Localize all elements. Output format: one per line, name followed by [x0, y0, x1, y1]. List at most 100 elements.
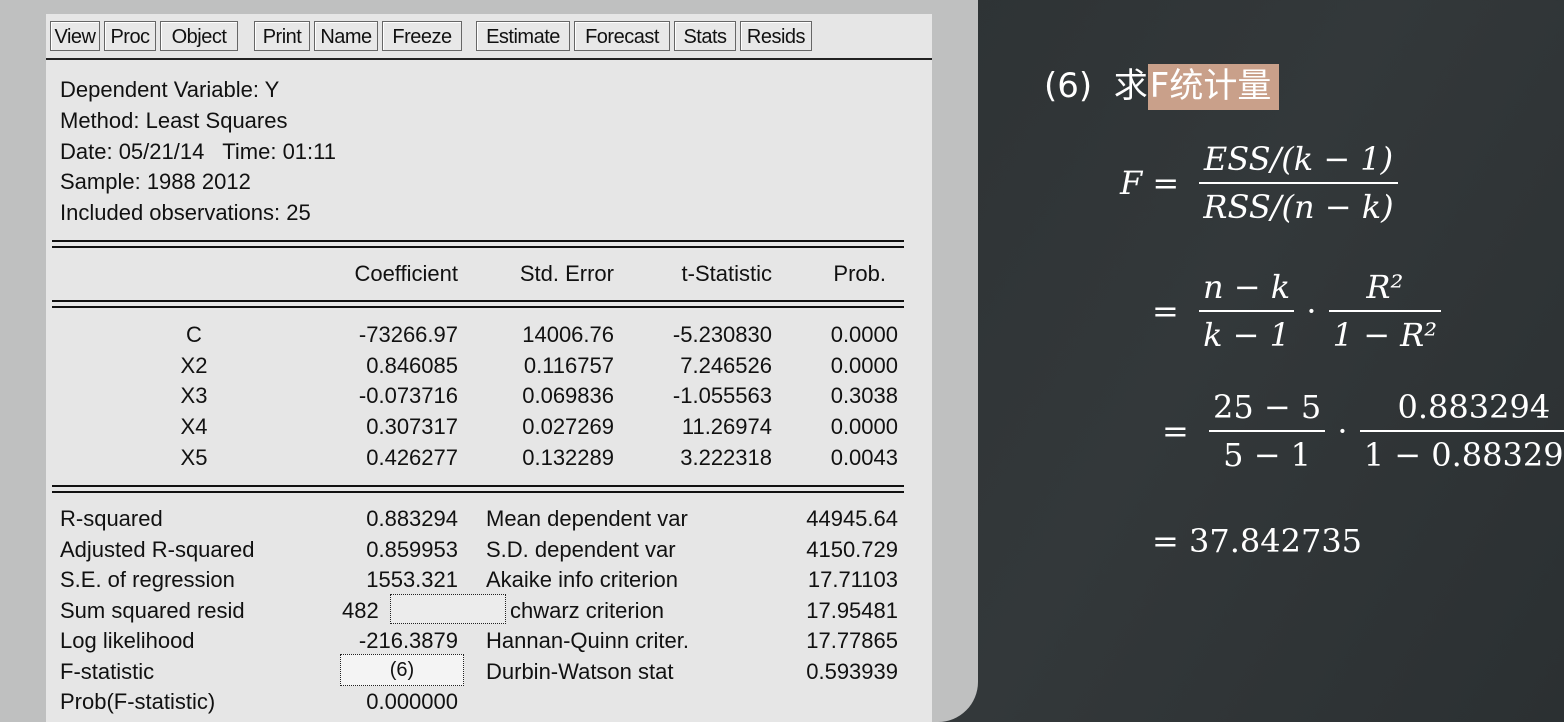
stat-value-partial: 482 — [342, 598, 379, 623]
stat-value: 1553.321 — [366, 567, 458, 592]
included-observations: Included observations: 25 — [60, 200, 311, 225]
row-std-error: 14006.76 — [522, 322, 614, 347]
row-prob: 0.0043 — [830, 445, 898, 470]
stat-value: 17.77865 — [806, 628, 898, 653]
stat-label: chwarz criterion — [510, 598, 665, 623]
fraction: R² 1 − R² — [1328, 268, 1442, 354]
view-button[interactable]: View — [50, 21, 100, 51]
method: Method: Least Squares — [60, 108, 288, 133]
multiply-dot: · — [1337, 412, 1348, 450]
stat-value: 0.000000 — [366, 689, 458, 714]
row-prob: 0.0000 — [830, 353, 898, 378]
sum-squared-resid-blank-box — [390, 594, 506, 624]
row-variable: C — [186, 322, 202, 347]
print-button[interactable]: Print — [254, 21, 310, 51]
freeze-button[interactable]: Freeze — [382, 21, 462, 51]
forecast-button[interactable]: Forecast — [574, 21, 670, 51]
stat-value: 17.71103 — [807, 567, 898, 592]
formula-line-3: = 25 − 5 5 − 1 · 0.883294 1 − 0.883294 — [1162, 388, 1564, 474]
fraction-numerator: 25 − 5 — [1212, 388, 1322, 426]
column-header-prob: Prob. — [833, 261, 886, 286]
row-coefficient: -73266.97 — [358, 322, 458, 347]
row-t-statistic: 7.246526 — [680, 353, 772, 378]
eviews-screen: View Proc Object Print Name Freeze Estim… — [0, 0, 978, 722]
row-coefficient: 0.426277 — [366, 445, 458, 470]
divider — [52, 300, 904, 302]
divider — [52, 485, 904, 487]
blank-marker: (6) — [389, 659, 415, 681]
stat-label: Durbin-Watson stat — [486, 659, 674, 684]
row-coefficient: -0.073716 — [358, 383, 458, 408]
fraction-denominator: RSS/(n − k) — [1199, 182, 1398, 226]
row-prob: 0.0000 — [830, 322, 898, 347]
name-button[interactable]: Name — [314, 21, 378, 51]
row-coefficient: 0.846085 — [366, 353, 458, 378]
divider — [52, 240, 904, 242]
estimate-button[interactable]: Estimate — [476, 21, 570, 51]
toolbar-divider — [46, 58, 932, 60]
fraction-denominator: 1 − R² — [1328, 310, 1442, 354]
stat-label: F-statistic — [60, 659, 155, 684]
fraction: 25 − 5 5 − 1 — [1208, 388, 1326, 474]
stat-label: Log likelihood — [60, 628, 195, 653]
stat-value: 0.593939 — [806, 659, 898, 684]
stat-label: S.E. of regression — [60, 567, 235, 592]
stat-value: -216.3879 — [358, 628, 458, 653]
table-row: X2 0.846085 0.116757 7.246526 0.0000 — [46, 351, 932, 382]
column-header-coefficient: Coefficient — [354, 261, 458, 286]
row-coefficient: 0.307317 — [366, 414, 458, 439]
row-prob: 0.0000 — [830, 414, 898, 439]
row-t-statistic: -5.230830 — [672, 322, 772, 347]
stat-value: 4150.729 — [806, 537, 898, 562]
table-row: X4 0.307317 0.027269 11.26974 0.0000 — [46, 412, 932, 443]
stat-label: Hannan-Quinn criter. — [486, 628, 689, 653]
formula-result: = 37.842735 — [1152, 522, 1363, 560]
row-std-error: 0.069836 — [522, 383, 614, 408]
dependent-variable: Dependent Variable: Y — [60, 77, 280, 102]
date-time: Date: 05/21/14 Time: 01:11 — [60, 139, 336, 164]
fraction-numerator: 0.883294 — [1397, 388, 1551, 426]
sample: Sample: 1988 2012 — [60, 169, 251, 194]
stat-value: 17.95481 — [806, 598, 898, 623]
stat-label: S.D. dependent var — [486, 537, 676, 562]
equation-output-window: View Proc Object Print Name Freeze Estim… — [46, 14, 932, 722]
stats-button[interactable]: Stats — [674, 21, 736, 51]
row-t-statistic: 11.26974 — [681, 414, 772, 439]
row-prob: 0.3038 — [830, 383, 898, 408]
row-t-statistic: -1.055563 — [672, 383, 772, 408]
object-button[interactable]: Object — [160, 21, 238, 51]
stat-value: 0.883294 — [366, 506, 458, 531]
row-variable: X4 — [180, 414, 208, 439]
fraction-denominator: 5 − 1 — [1208, 430, 1326, 474]
row-std-error: 0.132289 — [522, 445, 614, 470]
board-title-highlight: F统计量 — [1147, 64, 1280, 110]
row-variable: X2 — [180, 353, 208, 378]
formula-lhs: F = — [1120, 164, 1180, 202]
divider — [52, 491, 904, 493]
table-row: X3 -0.073716 0.069836 -1.055563 0.3038 — [46, 381, 932, 412]
formula-line-2: = n − k k − 1 · R² 1 − R² — [1152, 268, 1442, 354]
divider — [52, 306, 904, 308]
formula-line-1: F = ESS/(k − 1) RSS/(n − k) — [1120, 140, 1398, 226]
row-variable: X5 — [180, 445, 208, 470]
stat-label: Akaike info criterion — [486, 567, 678, 592]
stat-label: Mean dependent var — [486, 506, 688, 531]
row-std-error: 0.027269 — [522, 414, 614, 439]
fraction: n − k k − 1 — [1198, 268, 1295, 354]
stat-label: R-squared — [60, 506, 163, 531]
fraction: ESS/(k − 1) RSS/(n − k) — [1199, 140, 1398, 226]
multiply-dot: · — [1306, 292, 1317, 330]
column-header-std-error: Std. Error — [519, 261, 614, 286]
row-std-error: 0.116757 — [523, 353, 614, 378]
row-t-statistic: 3.222318 — [680, 445, 772, 470]
fraction-denominator: 1 − 0.883294 — [1359, 430, 1564, 474]
table-row: X5 0.426277 0.132289 3.222318 0.0043 — [46, 443, 932, 474]
proc-button[interactable]: Proc — [104, 21, 156, 51]
resids-button[interactable]: Resids — [740, 21, 812, 51]
stat-value: 44945.64 — [806, 506, 898, 531]
board-title-prefix: (6) 求 — [1044, 66, 1148, 106]
fraction-numerator: ESS/(k − 1) — [1203, 140, 1394, 178]
stat-label: Prob(F-statistic) — [60, 689, 216, 714]
stat-label: Sum squared resid — [60, 598, 245, 623]
equals-sign: = — [1152, 292, 1179, 330]
